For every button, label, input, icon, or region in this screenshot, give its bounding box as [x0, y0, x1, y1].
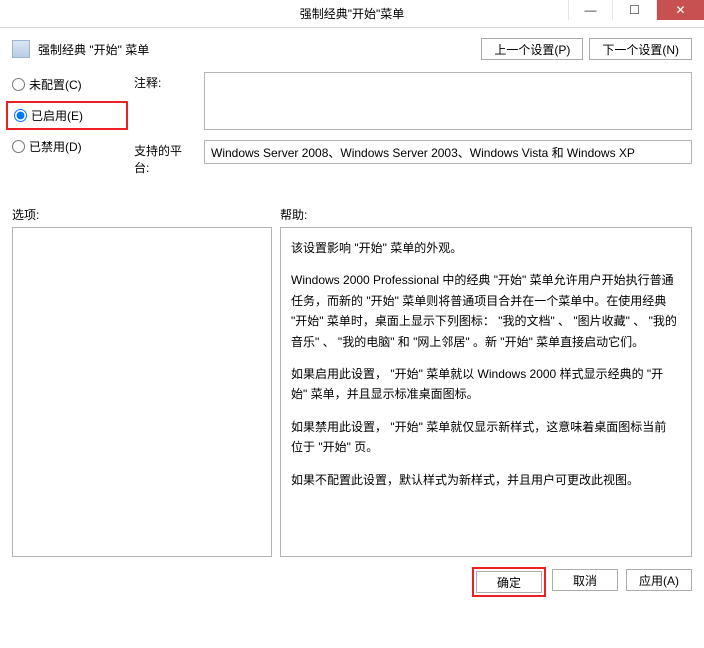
close-button[interactable]: ✕: [656, 0, 704, 20]
platform-value: Windows Server 2008、Windows Server 2003、…: [204, 140, 692, 164]
ok-button[interactable]: 确定: [476, 571, 542, 593]
next-setting-button[interactable]: 下一个设置(N): [589, 38, 692, 60]
radio-disabled[interactable]: 已禁用(D): [12, 138, 122, 155]
radio-not-configured[interactable]: 未配置(C): [12, 76, 122, 93]
radio-enabled[interactable]: 已启用(E): [14, 107, 120, 124]
options-label: 选项:: [12, 206, 280, 223]
comment-row: 注释:: [134, 72, 692, 130]
fields-column: 注释: 支持的平台: Windows Server 2008、Windows S…: [134, 72, 692, 176]
help-paragraph: Windows 2000 Professional 中的经典 "开始" 菜单允许…: [291, 270, 677, 352]
minimize-button[interactable]: —: [568, 0, 612, 20]
comment-textarea[interactable]: [204, 72, 692, 130]
radio-enabled-highlight: 已启用(E): [6, 101, 128, 130]
help-label: 帮助:: [280, 206, 307, 223]
comment-label: 注释:: [134, 72, 196, 130]
radio-not-configured-input[interactable]: [12, 78, 25, 91]
radio-enabled-label: 已启用(E): [31, 107, 83, 124]
ok-highlight: 确定: [472, 567, 546, 597]
help-paragraph: 该设置影响 "开始" 菜单的外观。: [291, 238, 677, 258]
policy-icon: [12, 40, 30, 58]
window-controls: — ☐ ✕: [568, 0, 704, 27]
panel-labels: 选项: 帮助:: [12, 206, 692, 223]
help-panel[interactable]: 该设置影响 "开始" 菜单的外观。 Windows 2000 Professio…: [280, 227, 692, 557]
nav-buttons: 上一个设置(P) 下一个设置(N): [481, 38, 692, 60]
window-title: 强制经典"开始"菜单: [300, 5, 405, 22]
radio-disabled-label: 已禁用(D): [29, 138, 82, 155]
options-panel: [12, 227, 272, 557]
app-icon: [6, 6, 22, 22]
policy-title: 强制经典 "开始" 菜单: [38, 41, 149, 58]
help-paragraph: 如果禁用此设置， "开始" 菜单就仅显示新样式，这意味着桌面图标当前位于 "开始…: [291, 417, 677, 458]
panels-row: 该设置影响 "开始" 菜单的外观。 Windows 2000 Professio…: [12, 227, 692, 557]
radio-not-configured-label: 未配置(C): [29, 76, 82, 93]
cancel-button[interactable]: 取消: [552, 569, 618, 591]
radio-enabled-input[interactable]: [14, 109, 27, 122]
state-radios: 未配置(C) 已启用(E) 已禁用(D): [12, 72, 122, 176]
content-area: 强制经典 "开始" 菜单 上一个设置(P) 下一个设置(N) 未配置(C) 已启…: [0, 28, 704, 605]
apply-button[interactable]: 应用(A): [626, 569, 692, 591]
platform-label: 支持的平台:: [134, 140, 196, 176]
maximize-button[interactable]: ☐: [612, 0, 656, 20]
platform-row: 支持的平台: Windows Server 2008、Windows Serve…: [134, 140, 692, 176]
platform-text: Windows Server 2008、Windows Server 2003、…: [211, 144, 635, 161]
radio-disabled-input[interactable]: [12, 140, 25, 153]
upper-section: 未配置(C) 已启用(E) 已禁用(D) 注释: 支持的平台: W: [12, 72, 692, 176]
title-bar: 强制经典"开始"菜单 — ☐ ✕: [0, 0, 704, 28]
header-row: 强制经典 "开始" 菜单 上一个设置(P) 下一个设置(N): [12, 38, 692, 60]
help-paragraph: 如果启用此设置， "开始" 菜单就以 Windows 2000 样式显示经典的 …: [291, 364, 677, 405]
previous-setting-button[interactable]: 上一个设置(P): [481, 38, 583, 60]
help-paragraph: 如果不配置此设置，默认样式为新样式，并且用户可更改此视图。: [291, 470, 677, 490]
footer-buttons: 确定 取消 应用(A): [12, 569, 692, 595]
